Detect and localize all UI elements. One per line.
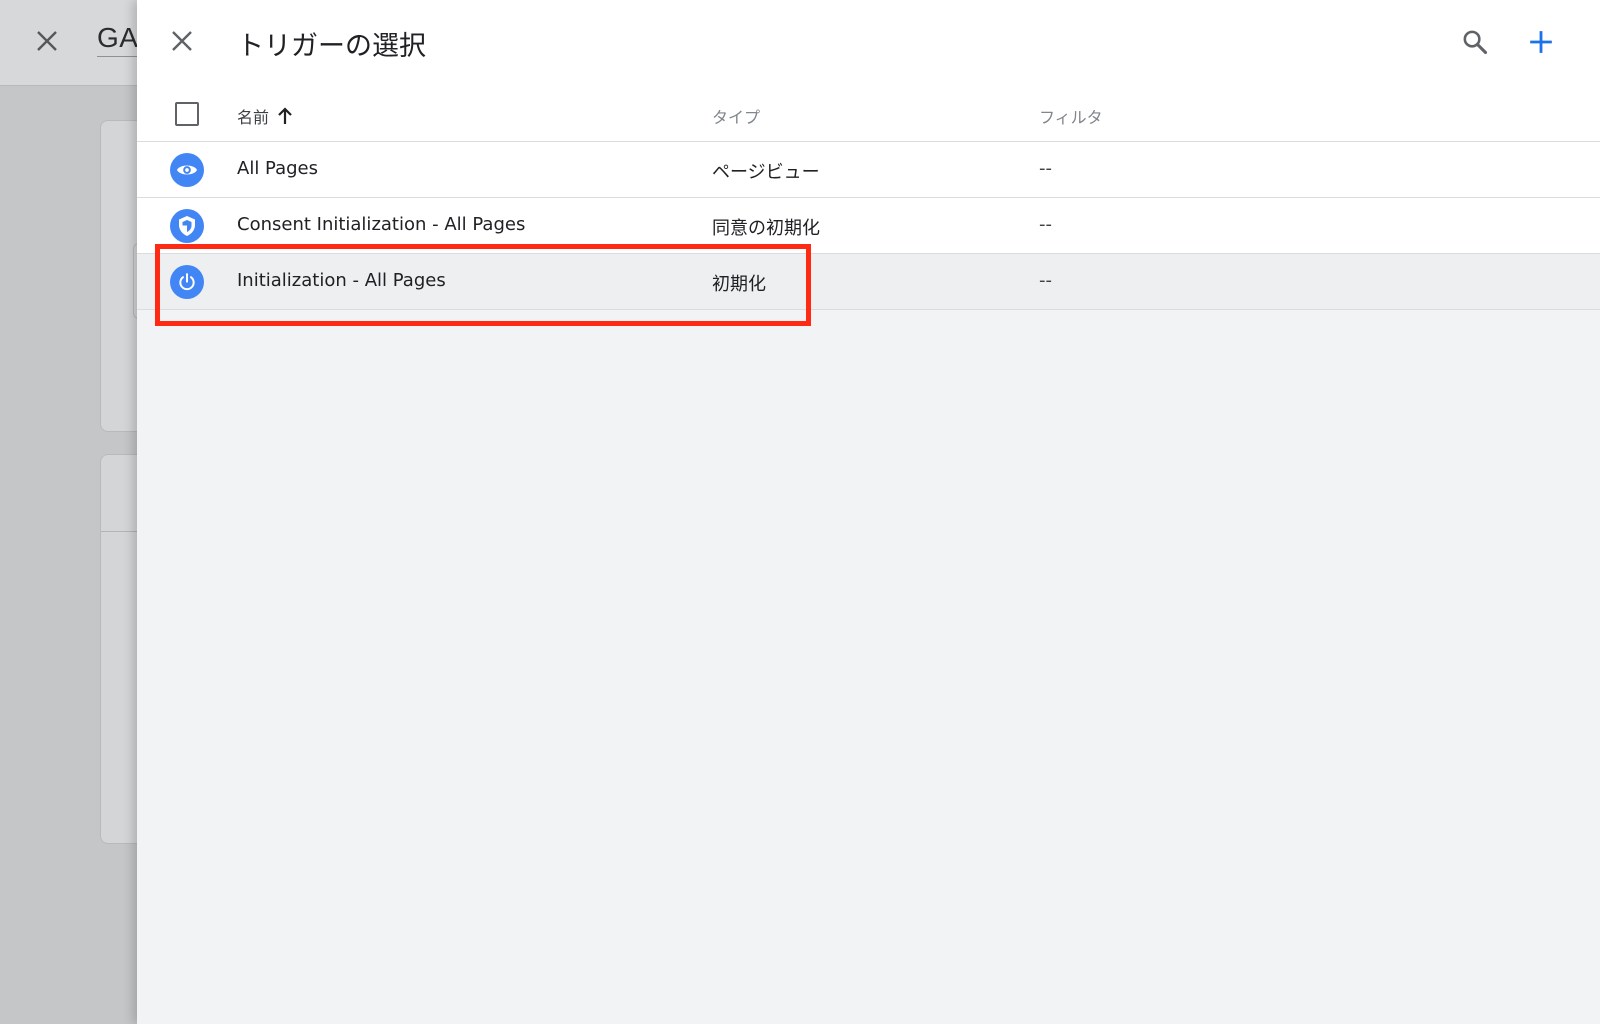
trigger-filter: -- <box>1039 158 1052 179</box>
column-name-label: 名前 <box>237 108 270 127</box>
column-header-name[interactable]: 名前 <box>237 104 293 128</box>
trigger-name: All Pages <box>237 158 318 179</box>
search-button[interactable] <box>1457 24 1493 60</box>
trigger-type: ページビュー <box>712 162 820 183</box>
select-all-checkbox[interactable] <box>175 102 199 126</box>
table-header: 名前 タイプ フィルタ <box>137 86 1600 142</box>
close-button[interactable] <box>167 26 197 56</box>
table-row[interactable]: Consent Initialization - All Pages 同意の初期… <box>137 198 1600 254</box>
close-icon <box>172 31 192 51</box>
trigger-type: 同意の初期化 <box>712 218 820 239</box>
column-header-type: タイプ <box>712 108 761 127</box>
background-close-icon <box>32 26 62 56</box>
table-row[interactable]: All Pages ページビュー -- <box>137 142 1600 198</box>
power-icon <box>170 265 204 299</box>
trigger-name: Consent Initialization - All Pages <box>237 214 526 235</box>
trigger-table: 名前 タイプ フィルタ All Pages ページビュー -- Consent … <box>137 86 1600 310</box>
table-row[interactable]: Initialization - All Pages 初期化 -- <box>137 254 1600 310</box>
add-trigger-button[interactable] <box>1523 24 1559 60</box>
trigger-type: 初期化 <box>712 274 766 295</box>
trigger-select-panel: トリガーの選択 名前 タイプ フィルタ All Pages ページビュー -- … <box>137 0 1600 1024</box>
trigger-filter: -- <box>1039 270 1052 291</box>
plus-icon <box>1530 31 1552 53</box>
search-icon <box>1463 30 1488 55</box>
trigger-name: Initialization - All Pages <box>237 270 446 291</box>
eye-icon <box>170 153 204 187</box>
arrow-up-icon <box>278 107 292 124</box>
shield-icon <box>170 209 204 243</box>
background-title: GA <box>97 22 139 57</box>
page-title: トリガーの選択 <box>237 31 426 62</box>
panel-header: トリガーの選択 <box>137 0 1600 86</box>
trigger-filter: -- <box>1039 214 1052 235</box>
column-header-filter: フィルタ <box>1039 108 1103 127</box>
